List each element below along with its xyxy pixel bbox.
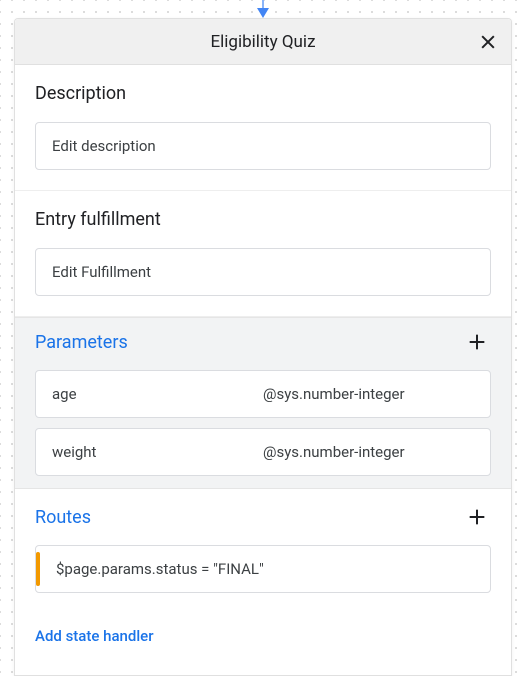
add-parameter-button[interactable] [463,328,491,356]
plus-icon [466,331,488,353]
panel-title: Eligibility Quiz [210,32,315,52]
parameter-name: age [52,385,263,403]
route-condition: $page.params.status = "FINAL" [52,560,264,578]
parameter-row[interactable]: age @sys.number-integer [35,370,491,418]
parameter-type: @sys.number-integer [263,385,474,403]
parameters-heading-row: Parameters [35,328,491,356]
panel-header: Eligibility Quiz [15,19,511,65]
routes-heading-row: Routes [35,503,491,531]
routes-heading[interactable]: Routes [35,507,91,528]
entry-fulfillment-heading: Entry fulfillment [35,209,491,230]
routes-section: Routes $page.params.status = "FINAL" [15,489,511,609]
parameter-type: @sys.number-integer [263,443,474,461]
parameters-heading[interactable]: Parameters [35,332,128,353]
description-heading: Description [35,83,491,104]
close-icon [478,32,498,52]
edit-fulfillment-button[interactable]: Edit Fulfillment [35,248,491,296]
plus-icon [466,506,488,528]
edit-description-button[interactable]: Edit description [35,122,491,170]
close-button[interactable] [473,27,503,57]
description-section: Description Edit description [15,65,511,191]
incoming-arrow-icon [256,0,270,18]
page-editor-panel: Eligibility Quiz Description Edit descri… [14,18,512,676]
add-route-button[interactable] [463,503,491,531]
parameter-row[interactable]: weight @sys.number-integer [35,428,491,476]
add-state-handler-link[interactable]: Add state handler [15,609,511,649]
parameters-section: Parameters age @sys.number-integer weigh… [15,317,511,489]
route-row[interactable]: $page.params.status = "FINAL" [35,545,491,593]
entry-fulfillment-section: Entry fulfillment Edit Fulfillment [15,191,511,317]
panel-body: Description Edit description Entry fulfi… [15,65,511,675]
parameter-name: weight [52,443,263,461]
